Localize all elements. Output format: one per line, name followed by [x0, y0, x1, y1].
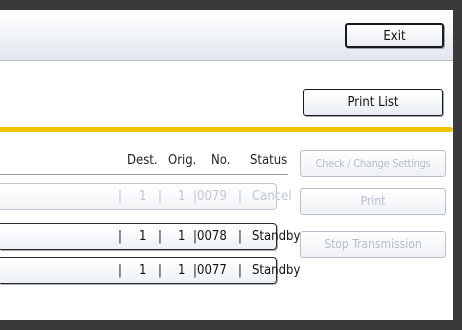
print-list-button[interactable]: Print List — [303, 89, 443, 116]
column-header-status: Status — [250, 153, 288, 168]
exit-button[interactable]: Exit — [345, 23, 444, 48]
column-header-orig: Orig. — [168, 153, 197, 168]
row-orig: 1 — [178, 189, 186, 204]
stop-transmission-button[interactable]: Stop Transmission — [300, 231, 446, 258]
row-orig: 1 — [178, 263, 186, 278]
row-orig: 1 — [178, 229, 186, 244]
row-dest: 1 — [139, 229, 147, 244]
row-dest: 1 — [139, 189, 147, 204]
column-header-no: No. — [211, 153, 231, 168]
row-number: 0079 — [197, 189, 227, 204]
table-row[interactable]: | 1 | 1 | 0077 | Standby — [0, 257, 300, 284]
row-status: Cancel — [252, 189, 292, 204]
header-divider — [0, 174, 288, 175]
row-number: 0077 — [197, 263, 227, 278]
row-status: Standby — [252, 229, 301, 244]
table-row: | 1 | 1 | 0079 | Cancel — [0, 183, 292, 210]
row-number: 0078 — [197, 229, 227, 244]
check-change-settings-button[interactable]: Check / Change Settings — [300, 150, 446, 177]
print-button[interactable]: Print — [300, 188, 446, 215]
row-status: Standby — [252, 263, 301, 278]
column-header-dest: Dest. — [127, 153, 158, 168]
table-row[interactable]: | 1 | 1 | 0078 | Standby — [0, 223, 300, 250]
row-dest: 1 — [139, 263, 147, 278]
accent-divider — [0, 127, 453, 132]
